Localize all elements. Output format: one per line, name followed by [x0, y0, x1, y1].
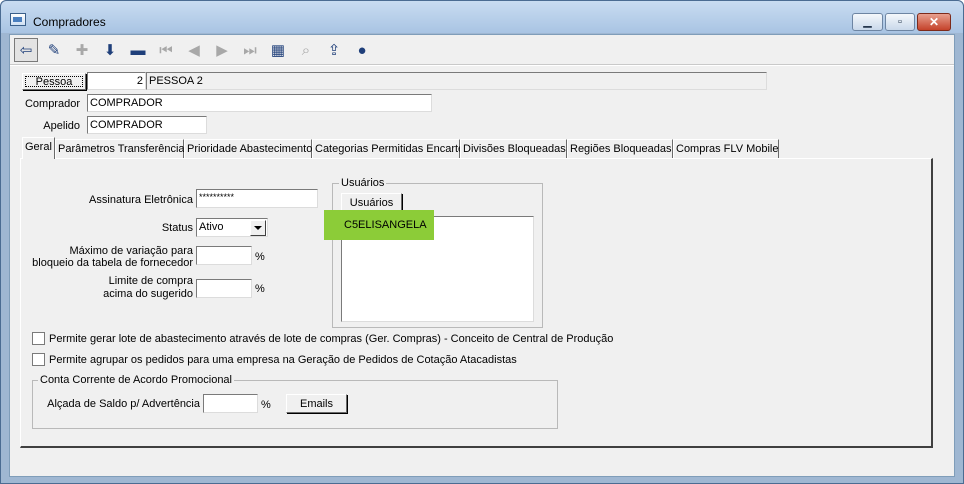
- grid-icon: ▦: [270, 42, 286, 59]
- toolbar-button-grid[interactable]: ▦: [266, 38, 290, 62]
- lote-checkbox-label: Permite gerar lote de abastecimento atra…: [49, 333, 614, 345]
- maximize-icon: ▫: [898, 16, 902, 28]
- toolbar-button-prev-record[interactable]: ◀: [182, 38, 206, 62]
- apelido-label: Apelido: [43, 120, 80, 132]
- tab-geral[interactable]: Geral: [22, 137, 55, 159]
- first-record-icon: ⏮: [159, 41, 173, 59]
- limite-label-1: Limite de compra: [108, 275, 193, 287]
- toolbar-button-user[interactable]: ●: [350, 38, 374, 62]
- client-area: ⇦ ✎ ✚ ⬇ ▬ ⏮ ◀ ▶ ⏭ ▦ ⌕ ⇪ ● Pessoa 2 PESSOA 2 Comprado…: [9, 34, 955, 477]
- comprador-field[interactable]: COMPRADOR: [87, 94, 432, 112]
- close-button[interactable]: ✕: [917, 13, 951, 31]
- minimize-icon: ▁: [863, 16, 872, 28]
- conta-corrente-group-title: Conta Corrente de Acordo Promocional: [38, 374, 234, 386]
- agrupar-checkbox[interactable]: [32, 353, 45, 366]
- tab-categorias-permitidas-encarte[interactable]: Categorias Permitidas Encarte: [312, 139, 464, 158]
- alcada-percent: %: [261, 399, 271, 411]
- exit-door-icon: ⇦: [19, 42, 33, 59]
- tab-divisoes-bloqueadas[interactable]: Divisões Bloqueadas: [460, 139, 567, 158]
- save-icon: ⬇: [103, 42, 117, 59]
- assinatura-field[interactable]: **********: [196, 189, 318, 208]
- max-variacao-label-2: bloqueio da tabela de fornecedor: [32, 257, 193, 269]
- minimize-button[interactable]: ▁: [852, 13, 883, 31]
- toolbar-button-pencil[interactable]: ✎: [42, 38, 66, 62]
- max-variacao-label-1: Máximo de variação para: [69, 245, 193, 257]
- comprador-label: Comprador: [24, 98, 80, 110]
- tab-parametros-transferencia[interactable]: Parâmetros Transferência: [55, 139, 185, 158]
- pessoa-button[interactable]: Pessoa: [22, 73, 86, 90]
- delete-icon: ▬: [130, 41, 146, 59]
- limite-field[interactable]: [196, 279, 252, 298]
- prev-record-icon: ◀: [188, 42, 200, 59]
- max-variacao-field[interactable]: [196, 246, 252, 265]
- window-title: Compradores: [33, 15, 106, 29]
- add-icon: ✚: [75, 42, 89, 59]
- toolbar-button-add[interactable]: ✚: [70, 38, 94, 62]
- limite-label-2: acima do sugerido: [103, 288, 193, 300]
- pessoa-code-field[interactable]: 2: [87, 72, 146, 90]
- toolbar: ⇦ ✎ ✚ ⬇ ▬ ⏮ ◀ ▶ ⏭ ▦ ⌕ ⇪ ●: [10, 35, 954, 65]
- toolbar-button-binoculars[interactable]: ⌕: [294, 38, 318, 62]
- app-icon: [10, 13, 26, 26]
- toolbar-button-delete[interactable]: ▬: [126, 38, 150, 62]
- title-bar[interactable]: Compradores ▁ ▫ ✕: [1, 1, 963, 33]
- status-label: Status: [161, 222, 193, 234]
- max-variacao-percent: %: [255, 251, 265, 263]
- toolbar-button-last-record[interactable]: ⏭: [238, 38, 262, 62]
- next-record-icon: ▶: [216, 42, 228, 59]
- maximize-button[interactable]: ▫: [885, 13, 915, 31]
- toolbar-button-save[interactable]: ⬇: [98, 38, 122, 62]
- assinatura-label: Assinatura Eletrônica: [89, 194, 193, 206]
- tab-prioridade-abastecimento[interactable]: Prioridade Abastecimento: [184, 139, 312, 158]
- binoculars-icon: ⌕: [301, 41, 311, 59]
- last-record-icon: ⏭: [243, 41, 257, 59]
- app-window: Compradores ▁ ▫ ✕ ⇦ ✎ ✚ ⬇ ▬ ⏮ ◀ ▶ ⏭ ▦ ⌕ ⇪ ● Pessoa 2…: [0, 0, 964, 484]
- open-icon: ⇪: [327, 42, 341, 59]
- toolbar-button-open[interactable]: ⇪: [322, 38, 346, 62]
- status-value: Ativo: [199, 221, 224, 233]
- usuarios-list-item[interactable]: C5ELISANGELA: [344, 219, 427, 231]
- tab-regioes-bloqueadas[interactable]: Regiões Bloqueadas: [567, 139, 673, 158]
- alcada-label: Alçada de Saldo p/ Advertência: [47, 398, 200, 410]
- agrupar-checkbox-label: Permite agrupar os pedidos para uma empr…: [49, 354, 517, 366]
- pencil-icon: ✎: [47, 42, 61, 59]
- limite-percent: %: [255, 283, 265, 295]
- chevron-down-icon[interactable]: [250, 220, 266, 236]
- pessoa-name-field: PESSOA 2: [146, 72, 767, 90]
- tab-compras-flv-mobile[interactable]: Compras FLV Mobile: [673, 139, 779, 158]
- toolbar-button-exit-door[interactable]: ⇦: [14, 38, 38, 62]
- emails-button[interactable]: Emails: [286, 394, 347, 413]
- apelido-field[interactable]: COMPRADOR: [87, 116, 207, 134]
- toolbar-divider: [10, 65, 954, 66]
- close-icon: ✕: [928, 15, 940, 29]
- toolbar-button-next-record[interactable]: ▶: [210, 38, 234, 62]
- toolbar-button-first-record[interactable]: ⏮: [154, 38, 178, 62]
- user-icon: ●: [357, 41, 367, 59]
- alcada-field[interactable]: [203, 394, 258, 413]
- usuarios-group-title: Usuários: [339, 177, 387, 189]
- lote-checkbox[interactable]: [32, 332, 45, 345]
